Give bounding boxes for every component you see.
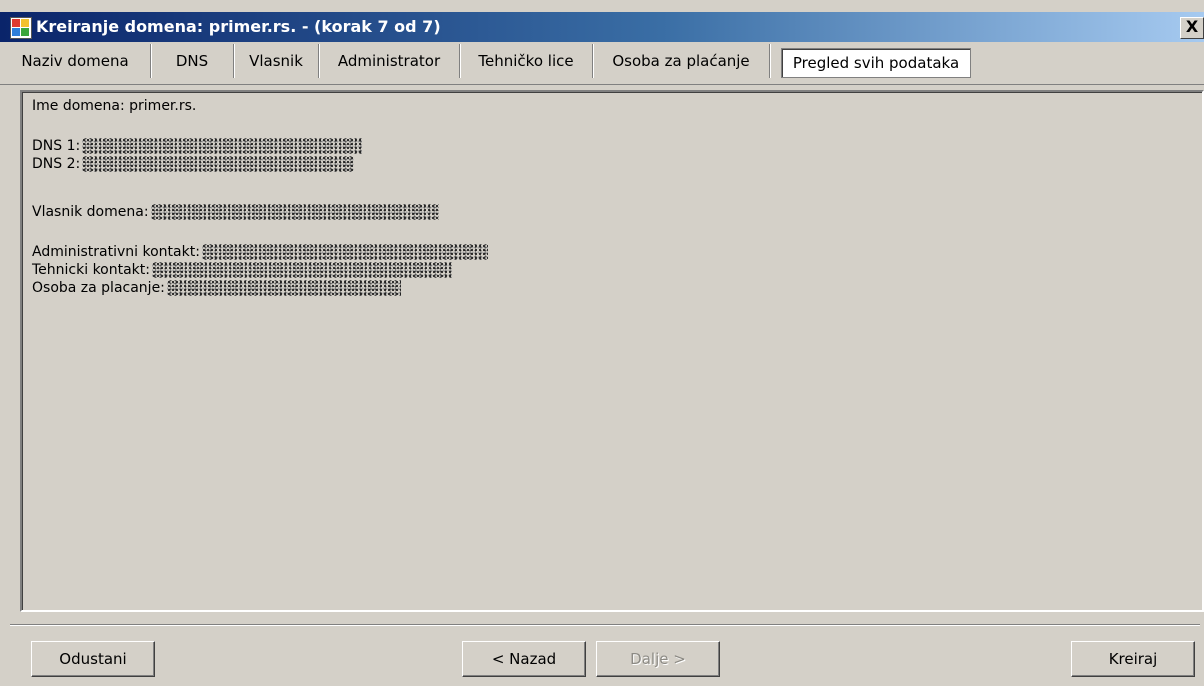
dns2-label: DNS 2: bbox=[32, 156, 81, 172]
tab-naziv-domena[interactable]: Naziv domena bbox=[0, 44, 151, 78]
redacted-dns1 bbox=[82, 138, 363, 154]
tab-pregled-svih-podataka[interactable]: Pregled svih podataka bbox=[781, 48, 971, 78]
next-button[interactable]: Dalje > bbox=[596, 641, 720, 677]
tech-contact-line: Tehnicki kontakt: bbox=[32, 262, 452, 278]
redacted-owner bbox=[150, 204, 439, 220]
title-bar[interactable]: Kreiranje domena: primer.rs. - (korak 7 … bbox=[0, 12, 1204, 42]
wizard-window: Kreiranje domena: primer.rs. - (korak 7 … bbox=[0, 0, 1204, 686]
tab-tehnicko-lice[interactable]: Tehničko lice bbox=[460, 44, 593, 78]
redacted-billing-contact bbox=[166, 280, 401, 296]
dns1-label: DNS 1: bbox=[32, 138, 81, 154]
dns1-line: DNS 1: bbox=[32, 138, 363, 154]
domain-name-line: Ime domena: primer.rs. bbox=[32, 98, 196, 114]
cancel-button[interactable]: Odustani bbox=[31, 641, 155, 677]
tab-strip: Naziv domena DNS Vlasnik Administrator T… bbox=[0, 44, 1204, 80]
redacted-tech-contact bbox=[152, 262, 452, 278]
billing-contact-line: Osoba za placanje: bbox=[32, 280, 401, 296]
domain-name-label: Ime domena: primer.rs. bbox=[32, 98, 197, 114]
summary-panel: Ime domena: primer.rs. DNS 1: DNS 2: Vla… bbox=[20, 90, 1204, 612]
window-title: Kreiranje domena: primer.rs. - (korak 7 … bbox=[36, 17, 441, 36]
button-bar-separator bbox=[10, 624, 1200, 626]
tab-administrator[interactable]: Administrator bbox=[319, 44, 460, 78]
admin-contact-label: Administrativni kontakt: bbox=[32, 244, 200, 260]
tech-contact-label: Tehnicki kontakt: bbox=[32, 262, 150, 278]
billing-contact-label: Osoba za placanje: bbox=[32, 280, 165, 296]
create-button[interactable]: Kreiraj bbox=[1071, 641, 1195, 677]
app-icon bbox=[10, 17, 32, 39]
tab-vlasnik[interactable]: Vlasnik bbox=[234, 44, 319, 78]
back-button[interactable]: < Nazad bbox=[462, 641, 586, 677]
admin-contact-line: Administrativni kontakt: bbox=[32, 244, 488, 260]
close-button[interactable]: X bbox=[1180, 17, 1204, 39]
tab-dns[interactable]: DNS bbox=[151, 44, 234, 78]
tab-osoba-za-placanje[interactable]: Osoba za plaćanje bbox=[593, 44, 770, 78]
owner-line: Vlasnik domena: bbox=[32, 204, 439, 220]
redacted-dns2 bbox=[82, 156, 355, 172]
tab-divider bbox=[0, 84, 1204, 85]
owner-label: Vlasnik domena: bbox=[32, 204, 149, 220]
redacted-admin-contact bbox=[201, 244, 488, 260]
dns2-line: DNS 2: bbox=[32, 156, 355, 172]
